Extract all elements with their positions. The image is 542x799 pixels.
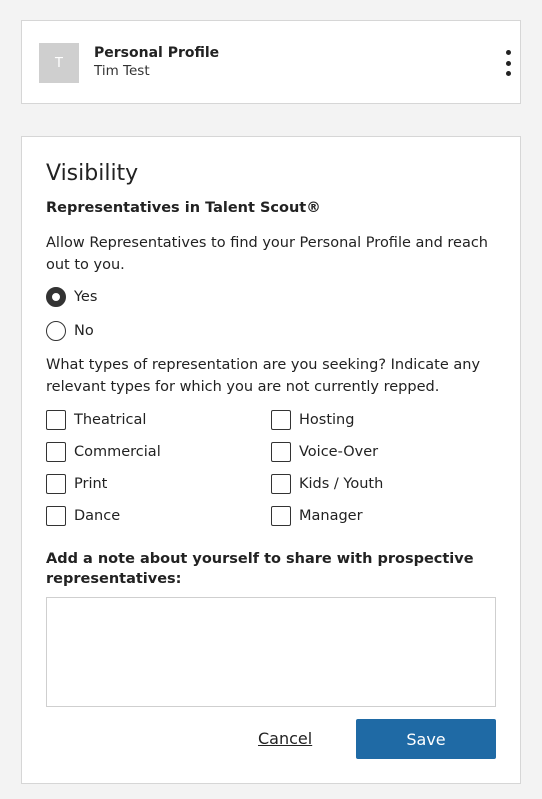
- visibility-card: Visibility Representatives in Talent Sco…: [21, 136, 521, 784]
- checkbox[interactable]: [46, 474, 66, 494]
- note-label: Add a note about yourself to share with …: [46, 551, 474, 587]
- representatives-description: Allow Representatives to find your Perso…: [46, 235, 489, 273]
- seeking-question: What types of representation are you see…: [46, 357, 481, 395]
- radio-no[interactable]: No: [46, 320, 94, 342]
- kebab-icon[interactable]: [505, 50, 511, 76]
- checkbox-print[interactable]: Print: [46, 474, 107, 494]
- checkbox-label: Theatrical: [74, 412, 147, 428]
- save-button[interactable]: Save: [356, 719, 496, 759]
- checkbox[interactable]: [271, 442, 291, 462]
- cancel-button[interactable]: Cancel: [258, 729, 312, 748]
- radio-yes[interactable]: Yes: [46, 286, 97, 308]
- kebab-dot: [505, 71, 511, 76]
- kebab-dot: [505, 50, 511, 55]
- profile-title: Personal Profile: [94, 45, 220, 61]
- section-title: Visibility: [46, 161, 139, 186]
- radio-button-checked[interactable]: [46, 287, 66, 307]
- checkbox-label: Commercial: [74, 444, 161, 460]
- avatar: T: [39, 43, 79, 83]
- checkbox-dance[interactable]: Dance: [46, 506, 120, 526]
- checkbox-kids-youth[interactable]: Kids / Youth: [271, 474, 383, 494]
- checkbox-label: Kids / Youth: [299, 476, 384, 492]
- kebab-dot: [505, 60, 511, 66]
- checkbox-label: Print: [74, 476, 108, 492]
- checkbox-manager[interactable]: Manager: [271, 506, 363, 526]
- checkbox-label: Voice-Over: [299, 444, 379, 460]
- checkbox[interactable]: [271, 474, 291, 494]
- checkbox-label: Hosting: [299, 412, 355, 428]
- checkbox-voice-over[interactable]: Voice-Over: [271, 442, 378, 462]
- checkbox[interactable]: [271, 506, 291, 526]
- radio-button[interactable]: [46, 321, 66, 341]
- radio-label: No: [74, 323, 94, 339]
- checkbox-label: Manager: [299, 508, 363, 524]
- representatives-heading: Representatives in Talent Scout®: [46, 200, 321, 216]
- checkbox[interactable]: [271, 410, 291, 430]
- profile-name: Tim Test: [94, 63, 150, 79]
- checkbox-commercial[interactable]: Commercial: [46, 442, 161, 462]
- radio-label: Yes: [74, 289, 98, 305]
- checkbox[interactable]: [46, 506, 66, 526]
- profile-card: T Personal Profile Tim Test: [21, 20, 521, 104]
- note-textarea[interactable]: [46, 597, 496, 707]
- checkbox-theatrical[interactable]: Theatrical: [46, 410, 146, 430]
- checkbox-label: Dance: [74, 508, 121, 524]
- checkbox[interactable]: [46, 410, 66, 430]
- checkbox[interactable]: [46, 442, 66, 462]
- checkbox-hosting[interactable]: Hosting: [271, 410, 354, 430]
